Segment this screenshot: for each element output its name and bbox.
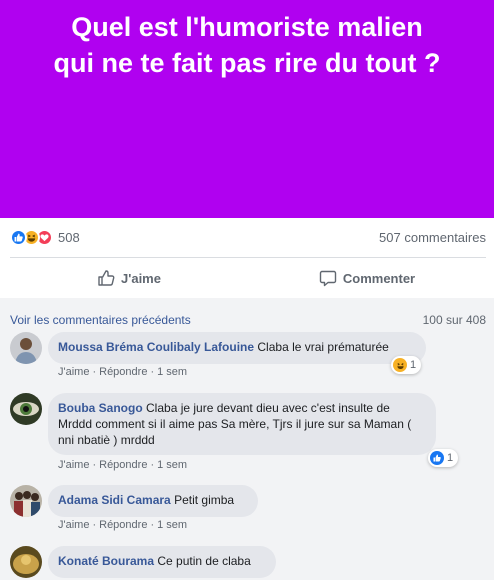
meta-separator: · [150, 519, 155, 531]
post-question-line-2: qui ne te fait pas rire du tout ? [53, 48, 441, 78]
comment-timestamp[interactable]: 1 sem [157, 459, 187, 471]
comment-author[interactable]: Konaté Bourama [58, 554, 154, 568]
post-question-line-1: Quel est l'humoriste malien [71, 12, 423, 42]
comment-text: Petit gimba [174, 493, 235, 507]
avatar[interactable] [10, 485, 42, 517]
comment-reply-link[interactable]: Répondre [99, 366, 147, 378]
avatar[interactable] [10, 393, 42, 425]
like-icon [10, 228, 27, 246]
avatar[interactable] [10, 332, 42, 364]
like-button-label: J'aime [121, 270, 161, 286]
reaction-badge[interactable]: 1 [428, 449, 459, 467]
comment-meta: J'aime · Répondre · 1 sem [58, 519, 187, 531]
comment-button-label: Commenter [342, 270, 416, 286]
comment-text: Claba le vrai prématurée [257, 340, 389, 354]
comment-reply-link[interactable]: Répondre [99, 459, 147, 471]
post-stats-bar: 508 507 commentaires [10, 226, 486, 248]
comment-text: Ce putin de claba [157, 554, 251, 568]
comment-like-link[interactable]: J'aime [58, 519, 89, 531]
meta-separator: · [150, 459, 155, 471]
reaction-badge-count: 1 [447, 452, 454, 464]
comments-counter: 100 sur 408 [422, 313, 486, 327]
comment-timestamp[interactable]: 1 sem [157, 519, 187, 531]
comment-button[interactable]: Commenter [248, 258, 486, 298]
meta-separator: · [92, 366, 97, 378]
post-banner: Quel est l'humoriste malien qui ne te fa… [0, 0, 494, 218]
speech-bubble-icon [319, 270, 337, 287]
comment-meta: J'aime · Répondre · 1 sem [58, 459, 187, 471]
view-previous-comments-link[interactable]: Voir les commentaires précédents [10, 313, 191, 327]
post-actions: J'aime Commenter [10, 258, 486, 298]
comment-bubble: Bouba Sanogo Claba je jure devant dieu a… [48, 393, 436, 455]
comment-bubble: Adama Sidi Camara Petit gimba [48, 485, 258, 517]
avatar[interactable] [10, 546, 42, 578]
comment-reply-link[interactable]: Répondre [99, 519, 147, 531]
comment-author[interactable]: Bouba Sanogo [58, 401, 143, 415]
meta-separator: · [92, 519, 97, 531]
comment-bubble: Moussa Bréma Coulibaly Lafouine Claba le… [48, 332, 426, 364]
comment-timestamp[interactable]: 1 sem [157, 366, 187, 378]
comment-author[interactable]: Moussa Bréma Coulibaly Lafouine [58, 340, 254, 354]
reaction-count: 508 [58, 229, 80, 245]
meta-separator: · [92, 459, 97, 471]
meta-separator: · [150, 366, 155, 378]
haha-icon [393, 358, 407, 372]
like-icon [430, 451, 444, 465]
comment-meta: J'aime · Répondre · 1 sem [58, 366, 187, 378]
comment-text-line-1: Claba je jure devant dieu avec c'est ins… [146, 401, 390, 415]
comment-text-line-2: Mrddd comment si il aime pas Sa mère, Tj… [58, 417, 412, 431]
reaction-badge[interactable]: 1 [391, 356, 422, 374]
comments-count-link[interactable]: 507 commentaires [379, 230, 486, 245]
comment-like-link[interactable]: J'aime [58, 459, 89, 471]
reactions-summary[interactable]: 508 [10, 228, 80, 246]
comment-bubble: Konaté Bourama Ce putin de claba [48, 546, 276, 578]
thumbs-up-icon [98, 270, 115, 286]
post-question: Quel est l'humoriste malien qui ne te fa… [0, 9, 494, 81]
reaction-badge-count: 1 [410, 359, 417, 371]
comment-like-link[interactable]: J'aime [58, 366, 89, 378]
comment-author[interactable]: Adama Sidi Camara [58, 493, 171, 507]
comments-header: Voir les commentaires précédents 100 sur… [10, 313, 486, 327]
like-button[interactable]: J'aime [10, 258, 248, 298]
comment-text-line-3: nni nbatiè ) mrddd [58, 433, 155, 447]
